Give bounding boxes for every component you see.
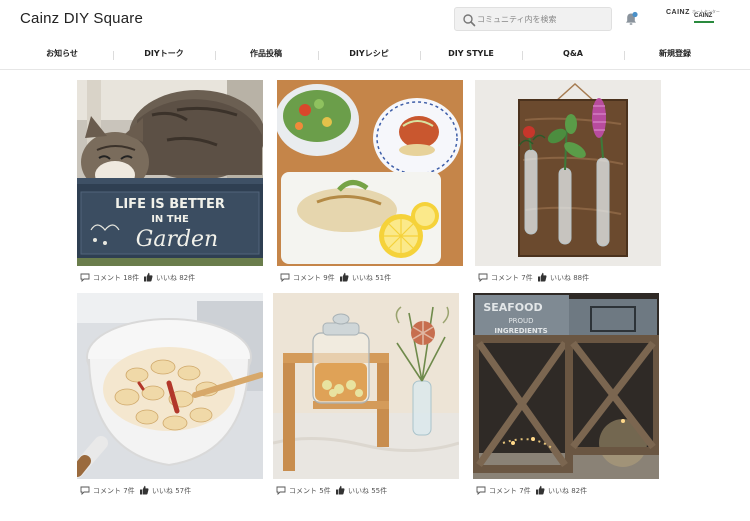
like-icon[interactable]: [139, 485, 149, 495]
bell-icon[interactable]: [623, 11, 639, 27]
post-thumbnail[interactable]: SEAFOOD PROUD INGREDIENTS: [473, 293, 659, 479]
comment-count[interactable]: コメント 7件: [489, 486, 531, 496]
badge-brand: CAINZ: [694, 13, 713, 19]
like-count[interactable]: いいね 82件: [156, 273, 195, 283]
post-card: コメント 5件 いいね 55件: [273, 293, 459, 499]
like-count[interactable]: いいね 88件: [550, 273, 589, 283]
like-count[interactable]: いいね 55件: [348, 486, 387, 496]
like-count[interactable]: いいね 57件: [152, 486, 191, 496]
nav-item-diy-recipe[interactable]: DIYレシピ: [321, 40, 417, 70]
post-meta: コメント 7件 いいね 57件: [77, 485, 263, 499]
comment-icon[interactable]: [80, 486, 90, 495]
sign-text-line2: IN THE: [151, 214, 189, 225]
nav-item-register[interactable]: 新規登録: [627, 40, 723, 70]
nav-divider: [624, 51, 625, 60]
post-meta: コメント 9件 いいね 51件: [277, 272, 463, 286]
comment-icon[interactable]: [478, 273, 488, 282]
post-meta: コメント 18件 いいね 82件: [77, 272, 263, 286]
post-meta: コメント 7件 いいね 82件: [473, 485, 659, 499]
comment-count[interactable]: コメント 5件: [289, 486, 331, 496]
post-card: コメント 9件 いいね 51件: [277, 80, 463, 286]
nav-divider: [215, 51, 216, 60]
nav-divider: [113, 51, 114, 60]
comment-count[interactable]: コメント 7件: [491, 273, 533, 283]
like-icon[interactable]: [335, 485, 345, 495]
nav-item-diy-style[interactable]: DIY STYLE: [423, 40, 519, 70]
lantern-boxes-photo: SEAFOOD PROUD INGREDIENTS: [473, 293, 659, 479]
nav-item-qa[interactable]: Q&A: [525, 40, 621, 70]
pot-photo: [77, 293, 263, 479]
cainz-badge-logo[interactable]: ホームセンター CAINZ: [690, 9, 720, 25]
sign-text-line3: Garden: [136, 227, 218, 252]
search-icon: [463, 14, 476, 27]
nav-item-diy-talk[interactable]: DIYトーク: [116, 40, 212, 70]
post-meta: コメント 7件 いいね 88件: [475, 272, 661, 286]
cainz-brand-link[interactable]: CAINZ: [666, 9, 690, 16]
site-header: Cainz DIY Square CAINZ ホームセンター CAINZ: [0, 0, 750, 40]
post-thumbnail[interactable]: LIFE IS BETTER IN THE Garden: [77, 80, 263, 266]
box-text-line3: INGREDIENTS: [494, 327, 547, 335]
post-card: LIFE IS BETTER IN THE Garden コメント 18件 いい…: [77, 80, 263, 286]
comment-icon[interactable]: [276, 486, 286, 495]
post-card: SEAFOOD PROUD INGREDIENTS コメント 7件 いいね 82…: [473, 293, 659, 499]
comment-count[interactable]: コメント 9件: [293, 273, 335, 283]
jar-shelf-photo: [273, 293, 459, 479]
main-nav: お知らせ DIYトーク 作品投稿 DIYレシピ DIY STYLE Q&A 新規…: [0, 40, 750, 70]
post-card: コメント 7件 いいね 88件: [475, 80, 661, 286]
badge-underline: [694, 21, 714, 23]
like-count[interactable]: いいね 82件: [548, 486, 587, 496]
post-thumbnail[interactable]: [273, 293, 459, 479]
like-icon[interactable]: [537, 272, 547, 282]
comment-count[interactable]: コメント 7件: [93, 486, 135, 496]
comment-icon[interactable]: [280, 273, 290, 282]
search-box[interactable]: [454, 7, 612, 31]
post-thumbnail[interactable]: [77, 293, 263, 479]
comment-icon[interactable]: [80, 273, 90, 282]
nav-item-news[interactable]: お知らせ: [14, 40, 110, 70]
test-tube-vases-photo: [475, 80, 661, 266]
nav-divider: [420, 51, 421, 60]
post-meta: コメント 5件 いいね 55件: [273, 485, 459, 499]
nav-divider: [522, 51, 523, 60]
like-count[interactable]: いいね 51件: [352, 273, 391, 283]
like-icon[interactable]: [535, 485, 545, 495]
box-text-line2: PROUD: [508, 317, 533, 325]
dishes-photo: [277, 80, 463, 266]
post-thumbnail[interactable]: [475, 80, 661, 266]
like-icon[interactable]: [339, 272, 349, 282]
nav-divider: [318, 51, 319, 60]
search-input[interactable]: [477, 11, 607, 28]
comment-icon[interactable]: [476, 486, 486, 495]
box-text-line1: SEAFOOD: [483, 301, 542, 314]
nav-item-works[interactable]: 作品投稿: [218, 40, 314, 70]
post-thumbnail[interactable]: [277, 80, 463, 266]
cat-garden-photo: LIFE IS BETTER IN THE Garden: [77, 80, 263, 266]
post-card: コメント 7件 いいね 57件: [77, 293, 263, 499]
like-icon[interactable]: [143, 272, 153, 282]
comment-count[interactable]: コメント 18件: [93, 273, 139, 283]
sign-text-line1: LIFE IS BETTER: [115, 197, 225, 212]
site-logo[interactable]: Cainz DIY Square: [20, 10, 143, 27]
